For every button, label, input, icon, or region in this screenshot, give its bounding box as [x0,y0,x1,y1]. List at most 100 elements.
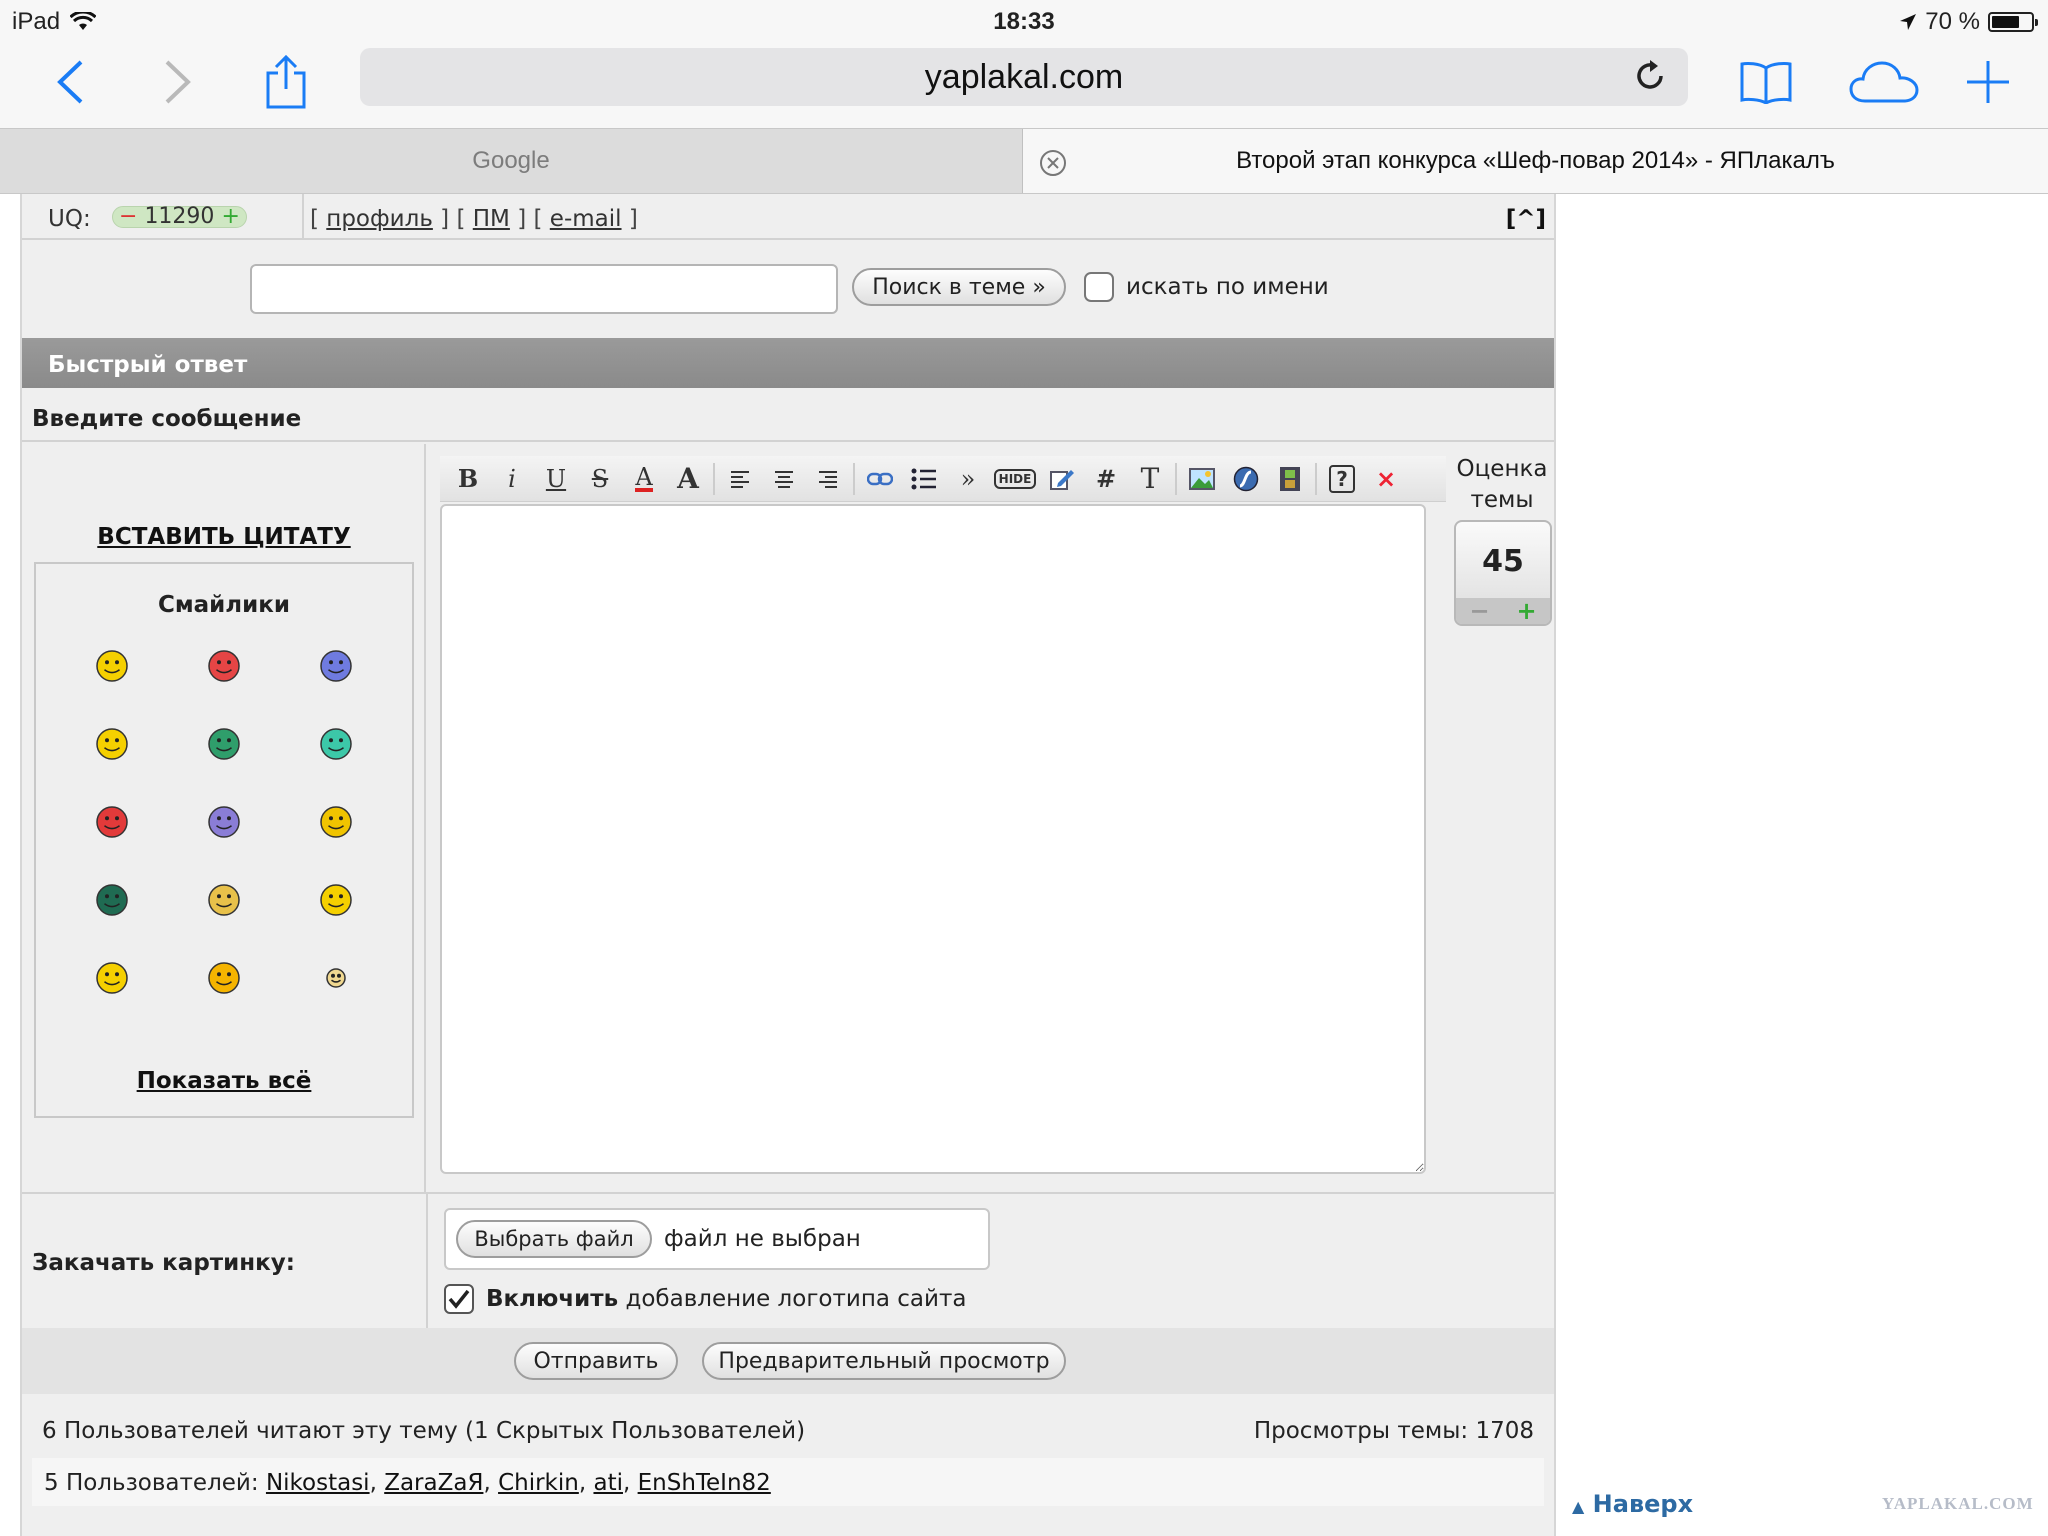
insert-flash-button[interactable] [1224,459,1268,499]
rating-minus-button[interactable]: − [1469,597,1489,625]
rock-smiley-icon[interactable] [280,794,392,850]
medal-smiley-icon[interactable] [56,950,168,1006]
preview-button[interactable]: Предварительный просмотр [702,1342,1066,1380]
bold-button[interactable]: B [446,459,490,499]
text-color-button[interactable]: A [622,459,666,499]
align-center-button[interactable] [762,459,806,499]
back-button[interactable] [40,52,100,112]
strikethrough-button[interactable]: S [578,459,622,499]
user-link[interactable]: Chirkin [498,1470,579,1496]
email-link[interactable]: e-mail [550,206,622,232]
quote-button[interactable]: » [946,459,990,499]
tab-label: Google [472,147,550,174]
user-link[interactable]: Nikostasi [266,1470,370,1496]
hide-button[interactable]: HIDE [990,459,1040,499]
font-size-button[interactable]: A [666,459,710,499]
smileys-panel: ВСТАВИТЬ ЦИТАТУ Смайлики Показать всё [22,444,426,1192]
user-link[interactable]: EnShTeIn82 [638,1470,771,1496]
icloud-tabs-button[interactable] [1848,52,1920,112]
align-center-icon [775,470,793,488]
share-button[interactable] [256,52,316,112]
underline-button[interactable]: U [534,459,578,499]
choose-file-button[interactable]: Выбрать файл [456,1220,652,1258]
tab-yaplakal[interactable]: Второй этап конкурса «Шеф-повар 2014» - … [1023,129,2048,193]
user-link[interactable]: ati [593,1470,623,1496]
clear-button[interactable]: × [1364,459,1408,499]
bookmarks-icon [1740,62,1792,104]
hat-smiley-icon[interactable] [56,872,168,928]
close-tab-icon[interactable] [1039,149,1067,177]
topic-rating-widget: 45 − + [1454,520,1552,626]
uq-badge: − 11290 + [112,206,247,228]
tab-google[interactable]: Google [0,129,1023,193]
topic-rating-label: Оценка темы [1456,456,1548,513]
cool-smiley-icon[interactable] [56,638,168,694]
shooting-smiley-icon[interactable] [56,794,168,850]
girl-smiley-icon[interactable] [280,872,392,928]
topic-search-button[interactable]: Поиск в теме » [852,268,1066,306]
align-right-button[interactable] [806,459,850,499]
align-left-icon [731,470,749,488]
back-to-top-label: Наверх [1592,1490,1694,1518]
user-link[interactable]: ZaraZaЯ [384,1470,483,1496]
site-logo-label-bold: Включить [486,1286,619,1312]
new-tab-button[interactable] [1958,52,2018,112]
gun-smiley-icon[interactable] [168,716,280,772]
insert-video-button[interactable] [1268,459,1312,499]
enter-message-label: Введите сообщение [22,388,1554,442]
bookmarks-button[interactable] [1736,52,1796,112]
search-by-name-checkbox[interactable] [1084,272,1114,302]
search-by-name-label: искать по имени [1126,274,1329,300]
thinking-smiley-icon[interactable] [56,716,168,772]
back-icon [57,60,83,104]
pm-link[interactable]: ПМ [473,206,510,232]
smileys-title: Смайлики [157,592,290,618]
forward-icon [165,60,191,104]
show-all-smileys-link[interactable]: Показать всё [36,1068,412,1094]
teal-smiley-icon[interactable] [280,716,392,772]
font-size-icon: A [677,462,699,495]
purple-smiley-icon[interactable] [168,794,280,850]
uq-plus-button[interactable]: + [221,204,239,229]
forum-page: UQ: − 11290 + [ профиль ] [ ПМ ] [ e-mai… [20,194,1556,1536]
image-icon [1189,467,1215,490]
clapping-smiley-icon[interactable] [168,872,280,928]
forward-button[interactable] [148,52,208,112]
back-to-top-link[interactable]: ▲ Наверх [1572,1490,1693,1518]
code-button[interactable]: # [1084,459,1128,499]
insert-link-button[interactable] [858,459,902,499]
laughing-smiley-icon[interactable] [168,950,280,1006]
italic-icon: i [508,464,516,493]
list-button[interactable] [902,459,946,499]
site-logo-checkbox[interactable] [444,1284,474,1314]
star-smiley-icon[interactable] [280,950,392,1006]
file-status: файл не выбран [664,1226,861,1252]
address-bar[interactable]: yaplakal.com [360,48,1688,106]
italic-button[interactable]: i [490,459,534,499]
tab-strip: Google Второй этап конкурса «Шеф-повар 2… [0,128,2048,194]
url-text: yaplakal.com [924,57,1124,96]
help-button[interactable]: ? [1320,459,1364,499]
insert-quote-link[interactable]: ВСТАВИТЬ ЦИТАТУ [22,524,426,550]
font-button[interactable]: T [1128,459,1172,499]
topic-search-input[interactable] [250,264,838,314]
flash-icon [1233,466,1259,491]
edit-button[interactable] [1040,459,1084,499]
in-love-smiley-icon[interactable] [168,638,280,694]
toolbar-separator [1175,462,1177,495]
send-button[interactable]: Отправить [514,1342,678,1380]
message-textarea[interactable] [440,504,1426,1174]
new-tab-icon [1967,61,2009,103]
scroll-top-link[interactable]: [^] [1506,206,1546,232]
insert-image-button[interactable] [1180,459,1224,499]
checkmark-icon [448,1289,470,1309]
align-left-button[interactable] [718,459,762,499]
uq-minus-button[interactable]: − [119,204,137,229]
rating-plus-button[interactable]: + [1516,597,1536,625]
reload-icon[interactable] [1634,60,1666,92]
battery-percent: 70 % [1925,8,1980,35]
sad-smiley-icon[interactable] [280,638,392,694]
upload-row: Закачать картинку: Выбрать файл файл не … [22,1192,1554,1330]
profile-link[interactable]: профиль [326,206,433,232]
video-icon [1280,466,1300,491]
